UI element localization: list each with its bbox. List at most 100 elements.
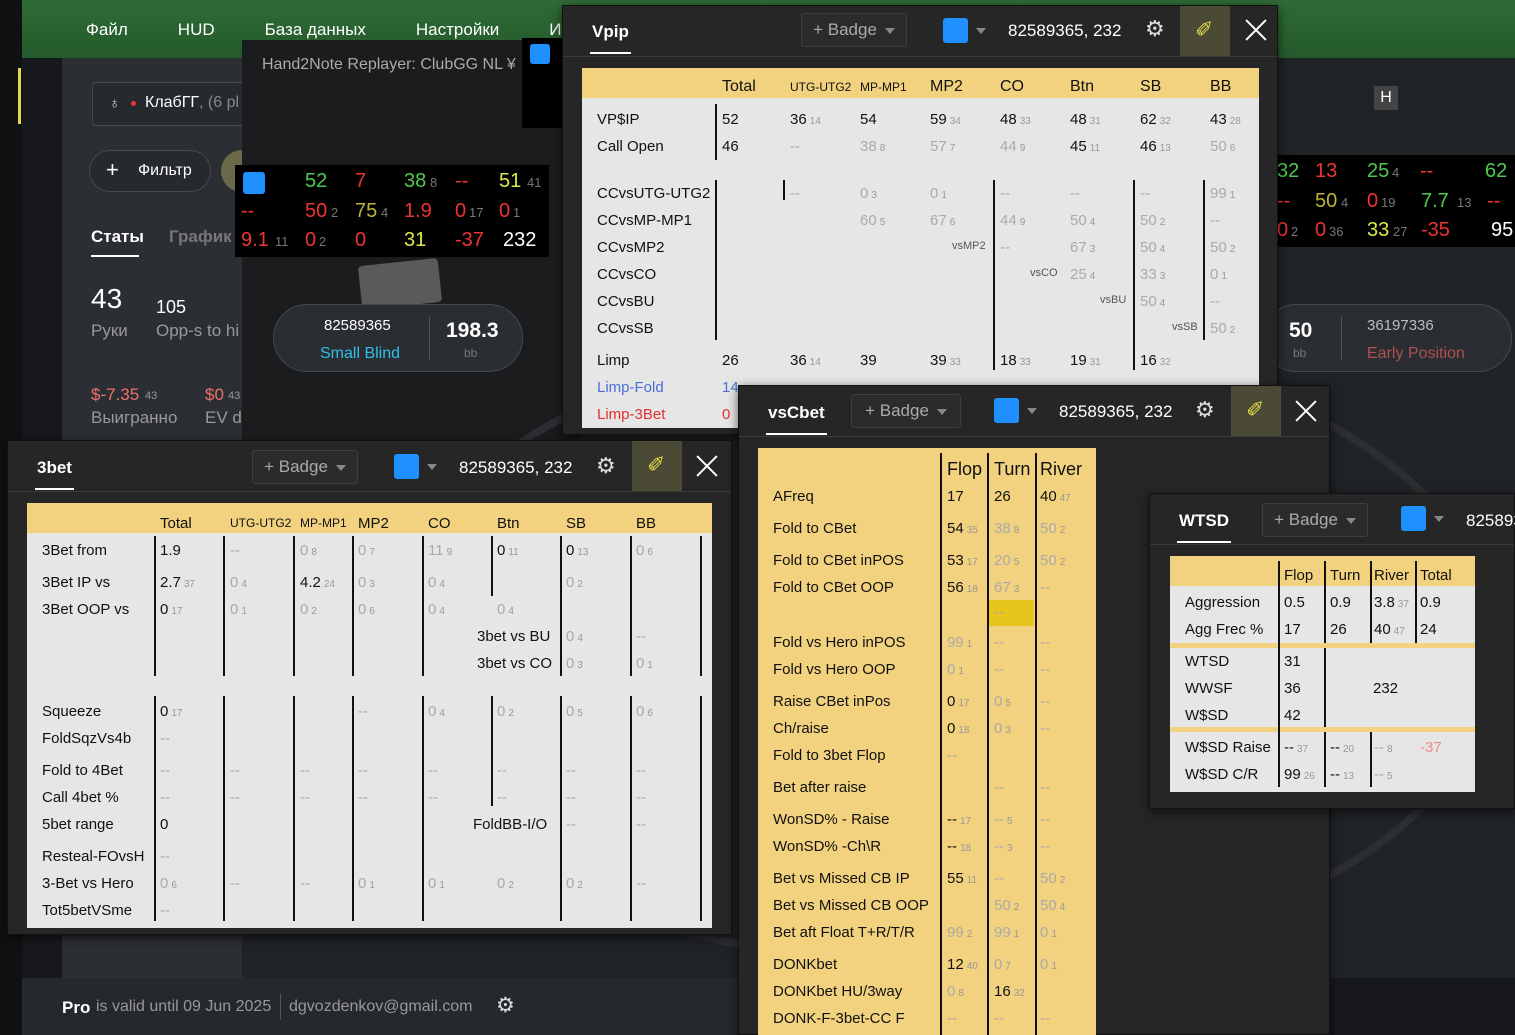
h2n-icon[interactable]: H	[1374, 86, 1398, 110]
cell: 04	[428, 703, 445, 720]
cell: 03	[566, 655, 583, 672]
cell: 36	[1284, 680, 1301, 697]
pin-button[interactable]: ✐	[632, 441, 682, 491]
row-label: DONKbet HU/3way	[773, 983, 903, 1000]
hud-stat: 31	[404, 229, 427, 251]
hud-stat: 32	[1277, 160, 1300, 182]
chevron-down-icon[interactable]	[427, 464, 437, 470]
cell: --	[994, 661, 1004, 678]
hud-stat: 0	[355, 229, 367, 251]
row-label: Ch/raise	[773, 720, 829, 737]
cell: 38 8	[860, 138, 886, 155]
row-label: Limp	[597, 352, 630, 369]
seat-left-unit: bb	[464, 346, 478, 360]
cell: --	[1040, 634, 1050, 651]
cell: --	[160, 762, 170, 779]
filter-button[interactable]: + Фильтр	[89, 150, 211, 192]
column-header: River	[1040, 459, 1083, 479]
badge-button[interactable]: + Badge	[1262, 503, 1368, 537]
gear-icon[interactable]: ⚙	[496, 993, 515, 1018]
hud-right[interactable]: 32 13 25 4 -- 62 -- 50 4 0 19 7.7 13 -- …	[1275, 155, 1515, 247]
seat-right[interactable]: 50 bb 36197336 Early Position	[1262, 304, 1512, 372]
close-icon[interactable]	[1295, 400, 1317, 422]
club-selector[interactable]: ♁ КлабГГ , (6 pl	[92, 82, 252, 126]
menu-file[interactable]: Файл	[86, 20, 128, 40]
tab-graph[interactable]: График	[169, 227, 232, 247]
badge-button[interactable]: + Badge	[851, 394, 961, 428]
close-icon[interactable]	[696, 455, 718, 477]
cell: 04	[428, 574, 445, 591]
color-picker[interactable]	[1401, 506, 1426, 531]
gear-icon[interactable]: ⚙	[1145, 16, 1165, 42]
cell: 02	[497, 703, 514, 720]
cell: --	[790, 185, 800, 202]
divider	[223, 696, 225, 921]
row-label: 3-Bet vs Hero	[42, 875, 134, 892]
pin-button[interactable]: ✐	[1231, 386, 1281, 436]
close-icon[interactable]	[1245, 19, 1267, 41]
menu-bar: Файл HUD База данных Настройки И	[86, 20, 561, 40]
seat-left[interactable]: 82589365 Small Blind 198.3 bb	[273, 304, 523, 372]
cell: 25 4	[1070, 266, 1096, 283]
cell: 99 2	[947, 924, 973, 941]
cell: --	[358, 789, 368, 806]
cell: 01	[1040, 924, 1057, 941]
cell: --	[994, 634, 1004, 651]
cell: --	[1040, 693, 1050, 710]
cell: 45 11	[1070, 138, 1101, 155]
divider	[715, 104, 717, 160]
badge-button[interactable]: + Badge	[252, 450, 358, 484]
cell: 40 47	[1040, 488, 1071, 505]
badge-button[interactable]: + Badge	[801, 13, 907, 47]
row-label: 3bet vs CO	[477, 655, 553, 672]
cell: --	[1070, 185, 1080, 202]
cell: 50 2	[1040, 520, 1066, 537]
menu-hud[interactable]: HUD	[178, 20, 215, 40]
cell: 0	[160, 816, 169, 833]
chevron-down-icon[interactable]	[976, 28, 986, 34]
hud-stat: 7.7	[1421, 190, 1449, 212]
menu-database[interactable]: База данных	[265, 20, 366, 40]
hud-mini[interactable]	[522, 38, 562, 128]
divider	[422, 696, 424, 921]
row-label: Call Open	[597, 138, 664, 155]
tab-stats[interactable]: Статы	[91, 227, 144, 247]
pin-button[interactable]: ✐	[1180, 6, 1230, 56]
popup-title: 3bet	[35, 458, 74, 490]
divider	[1133, 180, 1135, 370]
column-header: Turn	[994, 459, 1031, 479]
gear-icon[interactable]: ⚙	[596, 453, 616, 479]
chevron-down-icon[interactable]	[1434, 516, 1444, 522]
row-label: CCvsSB	[597, 320, 654, 337]
cell: 39	[860, 352, 877, 369]
column-header: MP-MP1	[300, 516, 347, 530]
gear-icon[interactable]: ⚙	[1195, 397, 1215, 423]
cell: 50 4	[1070, 212, 1096, 229]
row-label: DONKbet	[773, 956, 838, 973]
color-picker[interactable]	[994, 398, 1019, 423]
hud-stat: 0	[305, 229, 317, 251]
column-header: SB	[1140, 78, 1162, 95]
divider	[630, 696, 632, 921]
hud-left[interactable]: 52 7 38 8 -- 51 41 -- 50 2 75 4 1.9 0 17…	[235, 165, 549, 257]
cell: 99 1	[947, 634, 973, 651]
color-picker[interactable]	[394, 454, 419, 479]
hud-stat: 33	[1367, 219, 1390, 241]
hud-stat: --	[1277, 190, 1291, 212]
column-header: Btn	[497, 515, 520, 532]
color-picker[interactable]	[943, 18, 968, 43]
chevron-down-icon[interactable]	[1027, 408, 1037, 414]
row-label: 3Bet OOP vs	[42, 601, 130, 618]
divider	[491, 536, 493, 596]
cell: 19 31	[1070, 352, 1101, 369]
cell: 46 13	[1140, 138, 1171, 155]
column-header: Total	[160, 515, 192, 532]
row-label: WWSF	[1185, 680, 1233, 697]
menu-settings[interactable]: Настройки	[416, 20, 499, 40]
menu-more[interactable]: И	[549, 20, 561, 40]
chevron-down-icon	[936, 409, 947, 415]
cell: 50 2	[1040, 552, 1066, 569]
divider	[293, 536, 295, 676]
cell: --	[1040, 1010, 1050, 1027]
hud-sub: 13	[1457, 195, 1472, 210]
